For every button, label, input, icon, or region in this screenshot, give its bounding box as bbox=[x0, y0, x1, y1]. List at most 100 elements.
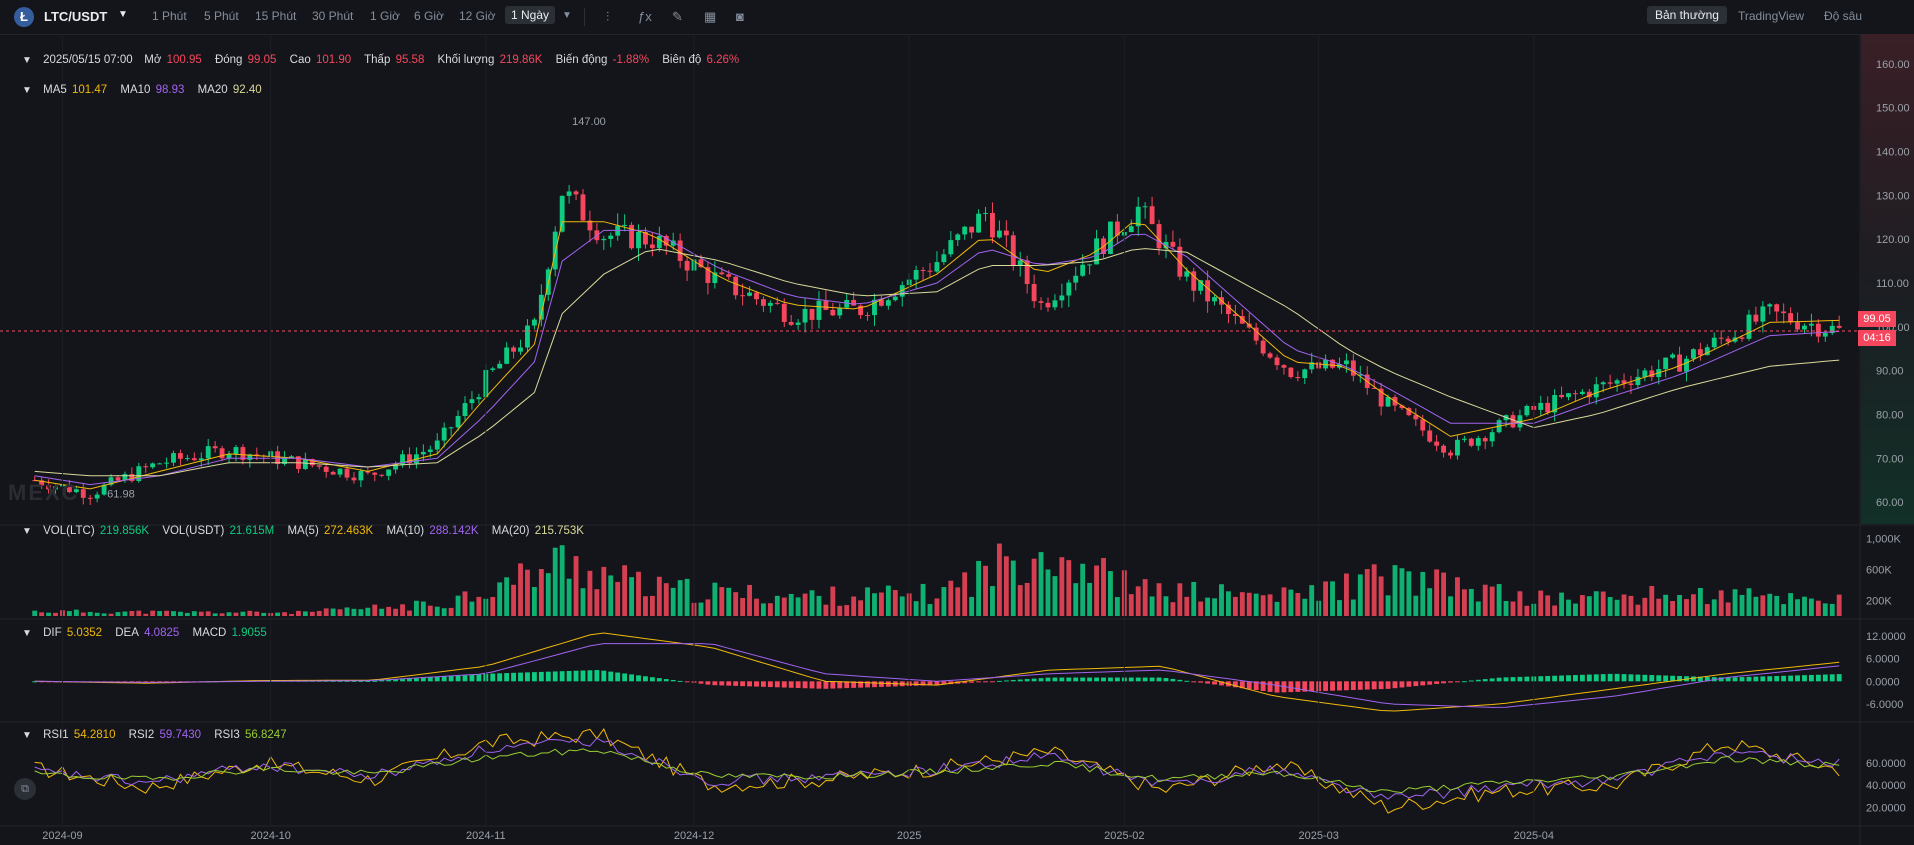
macd-histogram-bar bbox=[1579, 674, 1585, 682]
volume-bar bbox=[1788, 593, 1794, 616]
macd-value: 1.9055 bbox=[231, 627, 267, 639]
collapse-caret-icon[interactable]: ▼ bbox=[22, 730, 32, 741]
volume-bar bbox=[1573, 603, 1578, 616]
collapse-caret-icon[interactable]: ▼ bbox=[22, 85, 32, 96]
volume-bar bbox=[1746, 588, 1752, 616]
candle-up bbox=[386, 469, 392, 476]
current-price-badge: 99.05 bbox=[1858, 311, 1896, 327]
volume-bar bbox=[511, 584, 517, 616]
mode-basic-button[interactable]: Bản thường bbox=[1647, 6, 1727, 24]
candle-type-icon[interactable]: ⫶ bbox=[606, 9, 609, 25]
timeframe-6h[interactable]: 6 Giờ bbox=[414, 9, 444, 23]
macd-histogram-bar bbox=[1274, 681, 1280, 693]
candle-down bbox=[351, 477, 357, 481]
timeframe-1m[interactable]: 1 Phút bbox=[152, 9, 187, 23]
volume-bar bbox=[885, 585, 891, 616]
macd-histogram-bar bbox=[490, 673, 496, 682]
macd-histogram-bar bbox=[1177, 679, 1183, 682]
volume-bar bbox=[872, 593, 877, 616]
macd-histogram-bar bbox=[712, 681, 718, 686]
candle-down bbox=[1774, 304, 1780, 312]
layout-grid-icon[interactable]: ▦ bbox=[704, 9, 716, 25]
volume-bar bbox=[1691, 594, 1696, 616]
macd-histogram-bar bbox=[781, 681, 787, 688]
volume-bar bbox=[559, 545, 565, 616]
candle-up bbox=[1524, 405, 1530, 416]
volume-bar bbox=[1323, 581, 1329, 616]
candle-up bbox=[164, 462, 169, 464]
candle-down bbox=[1434, 441, 1440, 446]
candle-down bbox=[809, 308, 815, 320]
collapse-caret-icon[interactable]: ▼ bbox=[22, 526, 32, 537]
chart-canvas[interactable]: 160.00 150.00 140.00 130.00 120.00 110.00 100.… bbox=[0, 34, 1914, 845]
volume-bar bbox=[302, 611, 308, 616]
timeframe-15m[interactable]: 15 Phút bbox=[255, 9, 296, 23]
indicator-fx-icon[interactable]: ƒx bbox=[638, 9, 652, 24]
volume-bar bbox=[927, 604, 933, 616]
volume-bar bbox=[46, 612, 52, 616]
macd-histogram-bar bbox=[1455, 681, 1460, 683]
volume-bar bbox=[205, 611, 211, 616]
candle-up bbox=[455, 416, 461, 428]
timeframe-1h[interactable]: 1 Giờ bbox=[370, 9, 400, 23]
volume-bar bbox=[393, 608, 399, 616]
volume-bar bbox=[1108, 571, 1113, 616]
candle-down bbox=[719, 272, 725, 275]
candle-down bbox=[1226, 304, 1231, 315]
candle-down bbox=[178, 453, 183, 459]
volume-bar bbox=[455, 595, 461, 616]
candle-down bbox=[1295, 377, 1301, 379]
macd-histogram-bar bbox=[1822, 674, 1828, 682]
macd-histogram-bar bbox=[1753, 676, 1759, 682]
screenshot-settings-icon[interactable]: ⧉ bbox=[14, 778, 36, 800]
volume-bar bbox=[1767, 593, 1773, 616]
pencil-icon[interactable]: ✎ bbox=[672, 9, 683, 25]
macd-histogram-bar bbox=[608, 671, 614, 682]
candle-up bbox=[1489, 432, 1495, 442]
timeframe-5m[interactable]: 5 Phút bbox=[204, 9, 239, 23]
timeframe-12h[interactable]: 12 Giờ bbox=[459, 9, 496, 23]
volume-bar bbox=[1503, 600, 1509, 616]
macd-histogram-bar bbox=[719, 681, 725, 686]
ohlc-low: 95.58 bbox=[395, 54, 425, 66]
camera-icon[interactable]: ◙ bbox=[736, 9, 744, 24]
macd-histogram-bar bbox=[1392, 681, 1398, 689]
date-axis-label: 2024-12 bbox=[674, 830, 714, 842]
volume-bar bbox=[1732, 589, 1738, 616]
candle-down bbox=[1350, 360, 1356, 376]
chevron-down-icon[interactable]: ▼ bbox=[118, 9, 128, 20]
volume-bar bbox=[1010, 560, 1016, 616]
volume-bar bbox=[518, 563, 523, 616]
volume-bar bbox=[115, 612, 121, 616]
volume-bar bbox=[1350, 599, 1356, 616]
volume-bar bbox=[1718, 590, 1724, 616]
volume-bar bbox=[892, 590, 898, 616]
candle-down bbox=[781, 303, 787, 322]
mode-tradingview-button[interactable]: TradingView bbox=[1738, 9, 1804, 23]
macd-histogram-bar bbox=[538, 671, 544, 682]
timeframe-more-icon[interactable]: ▼ bbox=[562, 10, 572, 21]
candle-up bbox=[1663, 357, 1669, 370]
candle-up bbox=[434, 440, 440, 450]
candle-up bbox=[941, 254, 947, 263]
collapse-caret-icon[interactable]: ▼ bbox=[22, 55, 32, 66]
macd-histogram-bar bbox=[1149, 677, 1155, 682]
volume-bar bbox=[1295, 593, 1301, 616]
mode-depth-button[interactable]: Độ sâu bbox=[1824, 9, 1862, 23]
volume-bar bbox=[1468, 588, 1474, 616]
volume-bar bbox=[240, 611, 246, 616]
timeframe-30m[interactable]: 30 Phút bbox=[312, 9, 353, 23]
volume-bar bbox=[1517, 591, 1523, 616]
ohlc-close: 99.05 bbox=[247, 54, 277, 66]
collapse-caret-icon[interactable]: ▼ bbox=[22, 628, 32, 639]
macd-histogram-bar bbox=[1642, 674, 1648, 682]
timeframe-1d[interactable]: 1 Ngày bbox=[505, 6, 556, 24]
volume-axis-label: 600K bbox=[1866, 565, 1892, 577]
symbol-selector[interactable]: LTC/USDT bbox=[44, 9, 107, 24]
macd-histogram-bar bbox=[1156, 677, 1162, 682]
macd-histogram-bar bbox=[809, 681, 815, 689]
candle-up bbox=[94, 494, 100, 499]
macd-histogram-bar bbox=[580, 670, 586, 682]
volume-bar bbox=[476, 596, 482, 616]
macd-histogram-bar bbox=[594, 670, 600, 682]
